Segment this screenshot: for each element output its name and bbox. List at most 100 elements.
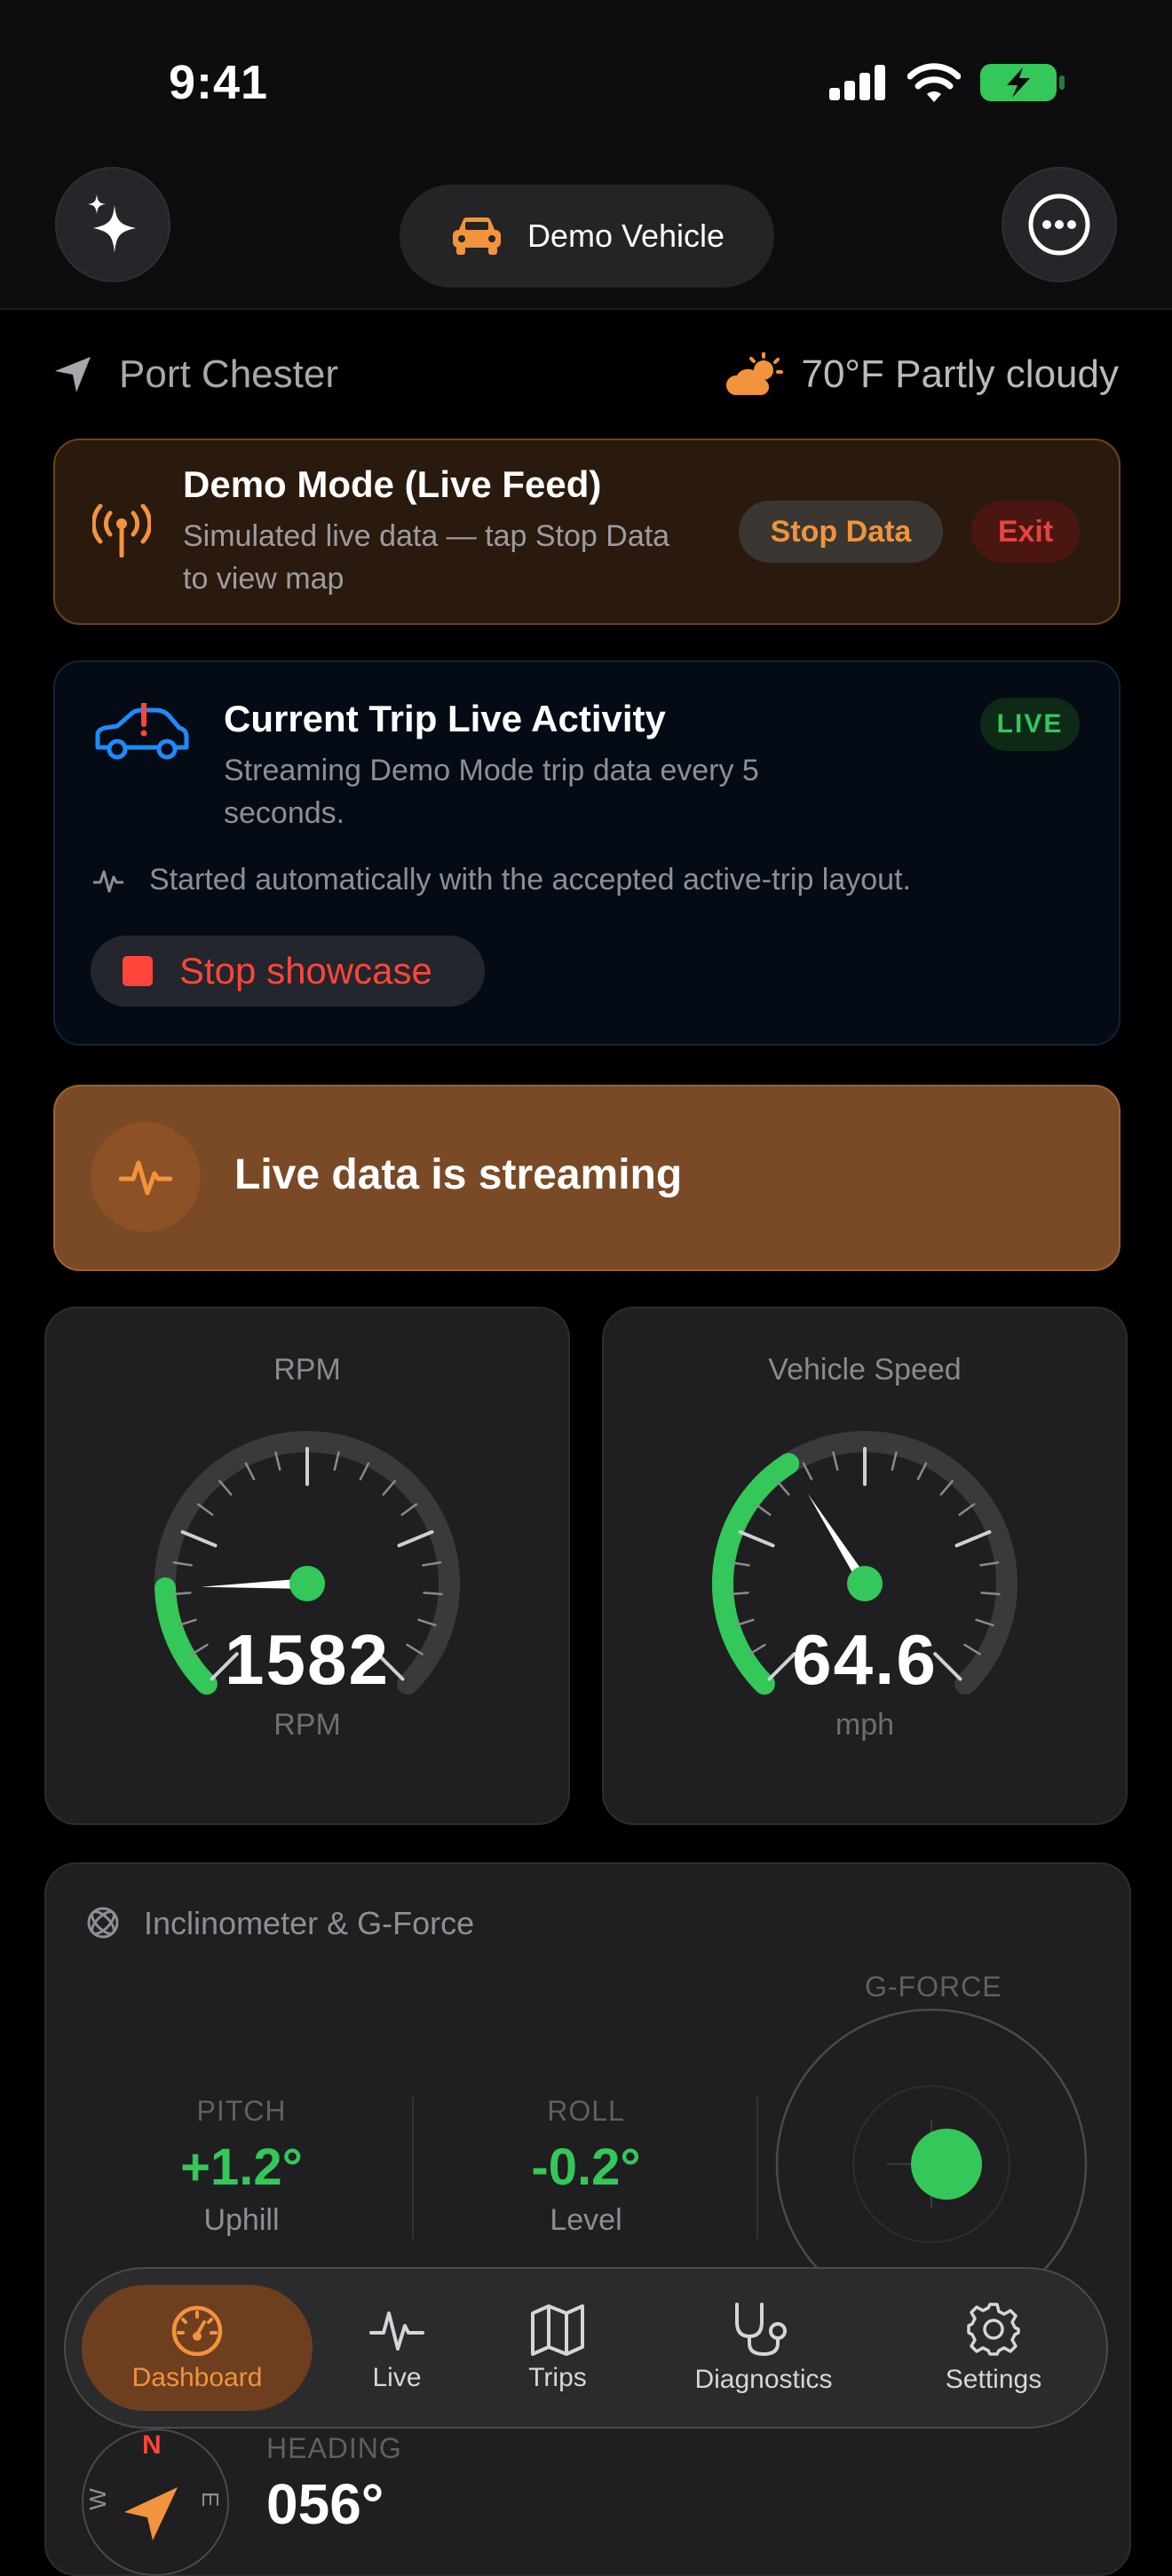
streaming-message: Live data is streaming [234, 1151, 683, 1198]
tab-diagnostics[interactable]: Diagnostics [675, 2285, 852, 2411]
more-options-button[interactable] [1002, 167, 1117, 282]
roll-value: -0.2° [531, 2138, 641, 2196]
ellipsis-circle-icon [1028, 194, 1090, 256]
inclinometer-title: Inclinometer & G-Force [144, 1905, 475, 1941]
gauge-tick [916, 1462, 928, 1481]
location-arrow-icon [55, 357, 91, 392]
stop-data-button[interactable]: Stop Data [739, 501, 943, 563]
gauge-tick [954, 1529, 992, 1548]
rpm-gauge-card: RPM 1582 RPM [44, 1307, 570, 1825]
gauge-tick [359, 1462, 370, 1481]
gauge-tick [171, 1592, 192, 1596]
compass: N E W [82, 2429, 229, 2576]
rpm-gauge-label: RPM [273, 1353, 341, 1387]
gauge-tick [196, 1503, 214, 1516]
heading-label: HEADING [266, 2432, 402, 2464]
gauge-tick [980, 1592, 1001, 1596]
gauge-tick [754, 1503, 772, 1516]
exit-demo-button[interactable]: Exit [971, 501, 1080, 563]
pulse-icon [369, 2311, 424, 2351]
gauge-tick [802, 1462, 813, 1481]
partly-cloudy-icon [726, 352, 784, 395]
gauge-tick [939, 1480, 954, 1496]
compass-n: N [142, 2430, 162, 2460]
gforce-dot [911, 2129, 982, 2200]
metric-divider [756, 2097, 758, 2239]
cellular-signal-icon [829, 65, 885, 100]
metric-divider [412, 2097, 414, 2239]
demo-mode-subtitle: Simulated live data — tap Stop Data to v… [183, 519, 670, 596]
tab-settings-label: Settings [945, 2365, 1042, 2394]
tab-dashboard[interactable]: Dashboard [82, 2285, 313, 2411]
rpm-unit: RPM [273, 1708, 341, 1742]
heartbeat-icon [119, 1160, 172, 1196]
tab-live-label: Live [372, 2363, 422, 2392]
tab-trips[interactable]: Trips [504, 2285, 611, 2411]
gyroscope-icon [87, 1907, 119, 1939]
compass-e: E [197, 2491, 225, 2508]
gauge-tick [400, 1503, 418, 1516]
pitch-label: PITCH [196, 2095, 287, 2127]
stop-square-icon [123, 956, 153, 986]
car-alert-icon [95, 703, 189, 760]
tab-dashboard-label: Dashboard [131, 2363, 263, 2392]
gauge-tick [729, 1592, 749, 1596]
compass-w: W [83, 2488, 111, 2510]
waveform-icon [93, 870, 123, 892]
demo-mode-title: Demo Mode (Live Feed) [183, 463, 602, 505]
status-icons [829, 62, 1065, 103]
gauge-tick [423, 1592, 443, 1596]
speed-value: 64.6 [792, 1620, 938, 1699]
ai-sparkle-button[interactable] [55, 167, 170, 282]
gauge-tick [397, 1529, 434, 1548]
live-activity-note-text: Started automatically with the accepted … [149, 863, 911, 897]
header-divider [0, 308, 1172, 310]
gauge-tick [738, 1529, 775, 1548]
gauge-tick [382, 1480, 396, 1496]
pitch-sub: Uphill [203, 2203, 280, 2237]
gear-icon [967, 2303, 1020, 2356]
gauge-icon [171, 2305, 223, 2356]
live-activity-title: Current Trip Live Activity [224, 698, 666, 739]
gauge-hub [289, 1566, 325, 1601]
live-activity-note: Started automatically with the accepted … [92, 863, 911, 897]
gauge-tick [776, 1480, 790, 1496]
tab-live[interactable]: Live [348, 2285, 446, 2411]
weather-text: 70°F Partly cloudy [801, 352, 1119, 396]
location-weather-row: Port Chester 70°F Partly cloudy [53, 348, 1119, 401]
speed-gauge-card: Vehicle Speed 64.6 mph [602, 1307, 1128, 1825]
sparkles-icon [88, 194, 136, 253]
speed-gauge-label: Vehicle Speed [768, 1353, 962, 1387]
roll-sub: Level [550, 2203, 622, 2237]
tab-diagnostics-label: Diagnostics [694, 2365, 833, 2394]
speed-unit: mph [835, 1708, 895, 1742]
roll-label: ROLL [547, 2095, 625, 2127]
location-city: Port Chester [119, 352, 338, 396]
gauge-tick [244, 1462, 256, 1481]
streaming-icon-circle [91, 1122, 201, 1232]
gforce-plot [775, 2008, 1088, 2272]
stethoscope-icon [735, 2303, 787, 2357]
battery-charging-icon [980, 64, 1065, 101]
gauge-hub [847, 1566, 883, 1601]
live-activity-subtitle: Streaming Demo Mode trip data every 5 se… [224, 754, 759, 830]
stop-showcase-button[interactable]: Stop showcase [91, 936, 485, 1007]
tab-trips-label: Trips [528, 2363, 587, 2392]
live-badge: LIVE [980, 698, 1080, 751]
status-time: 9:41 [169, 56, 269, 109]
gforce-label: G-FORCE [865, 1971, 1002, 2003]
heading-value: 056° [266, 2472, 384, 2536]
map-icon [531, 2304, 584, 2356]
wifi-icon [907, 63, 961, 102]
rpm-value: 1582 [225, 1620, 390, 1699]
tab-settings[interactable]: Settings [918, 2285, 1069, 2411]
car-icon [452, 217, 501, 255]
gauge-tick [218, 1480, 233, 1496]
gauge-tick [958, 1503, 976, 1516]
pitch-value: +1.2° [180, 2138, 303, 2196]
gauge-tick [180, 1529, 218, 1548]
antenna-broadcast-icon [92, 504, 151, 557]
vehicle-name: Demo Vehicle [527, 217, 725, 254]
vehicle-selector[interactable]: Demo Vehicle [400, 185, 774, 288]
stop-showcase-label: Stop showcase [179, 950, 432, 992]
